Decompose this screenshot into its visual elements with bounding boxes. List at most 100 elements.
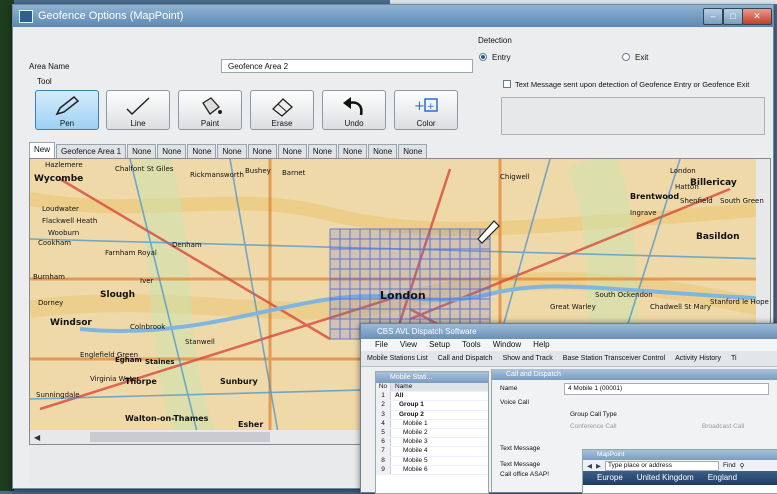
- column-name: Name: [395, 383, 413, 390]
- mobile-stations-pane: Mobile Stati... No Name 1 All 2 Group 1 3G…: [375, 371, 489, 494]
- map-label-13: Wooburn: [48, 229, 79, 237]
- map-label-27: Windsor: [50, 318, 92, 328]
- back-arrow-icon[interactable]: ◀: [587, 462, 592, 470]
- map-label-34: Thorpe: [125, 377, 157, 386]
- map-label-28: Colnbrook: [130, 323, 166, 331]
- menu-help[interactable]: Help: [533, 339, 549, 351]
- row-name: Mobile 2: [403, 428, 428, 436]
- tab-none-1[interactable]: None: [127, 144, 157, 158]
- table-row[interactable]: 6 Mobile 3: [376, 438, 488, 448]
- tab-none-5[interactable]: None: [247, 144, 277, 158]
- name-label: Name: [500, 385, 518, 392]
- erase-tool-button[interactable]: Erase: [250, 90, 314, 130]
- line-icon: [126, 97, 150, 116]
- menu-window[interactable]: Window: [493, 339, 521, 351]
- table-row[interactable]: 8 Mobile 5: [376, 456, 488, 466]
- table-row[interactable]: 3 Group 2: [376, 410, 488, 420]
- map-label-22: London: [380, 289, 426, 302]
- tab-none-6[interactable]: None: [277, 144, 307, 158]
- row-no: 1: [376, 392, 391, 401]
- table-row[interactable]: 1 All: [376, 392, 488, 402]
- text-message-value[interactable]: Call office ASAP!: [500, 471, 549, 478]
- conference-call-option[interactable]: Conference Call: [570, 423, 617, 430]
- location-england[interactable]: England: [708, 471, 737, 485]
- toolbar-call-and-dispatch[interactable]: Call and Dispatch: [438, 351, 493, 366]
- tab-none-8[interactable]: None: [337, 144, 368, 158]
- entry-radio[interactable]: [479, 53, 487, 61]
- text-message-box[interactable]: [501, 97, 765, 135]
- paint-tool-button[interactable]: Paint: [178, 90, 242, 130]
- row-name: Mobile 3: [403, 438, 428, 446]
- tab-geofence-area-1[interactable]: Geofence Area 1: [56, 144, 127, 158]
- map-label-3: Rickmansworth: [190, 171, 244, 179]
- map-label-39: South Green: [720, 197, 764, 205]
- menu-tools[interactable]: Tools: [462, 339, 481, 351]
- maximize-button[interactable]: □: [723, 8, 743, 25]
- menu-view[interactable]: View: [400, 339, 417, 351]
- mappoint-find-button[interactable]: Find: [723, 462, 736, 469]
- map-label-21: Iver: [140, 277, 154, 285]
- row-name: Mobile 4: [403, 447, 428, 455]
- text-message-checkbox-label: Text Message sent upon detection of Geof…: [515, 80, 750, 89]
- broadcast-call-option[interactable]: Broadcast Call: [702, 423, 744, 430]
- location-united-kingdom[interactable]: United Kingdom: [637, 471, 694, 485]
- tab-none-10[interactable]: None: [398, 144, 428, 158]
- text-message-field-label: Text Message: [500, 461, 541, 468]
- toolbar-base-station-control[interactable]: Base Station Transceiver Control: [563, 351, 665, 366]
- color-tool-button[interactable]: + + Color: [394, 90, 458, 130]
- row-no: 6: [376, 438, 391, 447]
- table-row[interactable]: 7 Mobile 4: [376, 447, 488, 457]
- location-europe[interactable]: Europe: [597, 471, 623, 485]
- map-label-10: Hatton: [675, 183, 699, 191]
- name-select[interactable]: 4 Mobile 1 (00001): [564, 383, 769, 395]
- map-label-18: Basildon: [696, 232, 740, 242]
- mobile-stations-title: Mobile Stati...: [376, 372, 488, 383]
- table-row[interactable]: 4 Mobile 1: [376, 419, 488, 429]
- map-label-20: Slough: [100, 290, 135, 300]
- tab-none-9[interactable]: None: [368, 144, 398, 158]
- tool-label: Tool: [37, 77, 52, 86]
- minimize-button[interactable]: –: [703, 8, 723, 25]
- undo-tool-button[interactable]: Undo: [322, 90, 386, 130]
- line-tool-label: Line: [130, 119, 146, 128]
- area-name-input[interactable]: Geofence Area 2: [221, 59, 473, 73]
- row-no: 8: [376, 456, 391, 465]
- menu-file[interactable]: File: [375, 339, 388, 351]
- table-row[interactable]: 5 Mobile 2: [376, 428, 488, 439]
- dispatch-title[interactable]: CBS AVL Dispatch Software: [361, 324, 777, 339]
- toolbar-activity-history[interactable]: Activity History: [675, 351, 721, 366]
- mappoint-window: MapPoint ◀ ▶ Type place or address Find …: [582, 449, 777, 494]
- map-label-0: Hazlemere: [45, 161, 83, 169]
- map-label-24: Chadwell St Mary: [650, 303, 711, 311]
- toolbar-mobile-stations-list[interactable]: Mobile Stations List: [367, 351, 428, 366]
- forward-arrow-icon[interactable]: ▶: [596, 462, 601, 470]
- toolbar-show-and-track[interactable]: Show and Track: [503, 351, 553, 366]
- pen-tool-button[interactable]: Pen: [35, 90, 99, 130]
- tab-new[interactable]: New: [29, 142, 56, 158]
- close-button[interactable]: ✕: [742, 8, 772, 25]
- map-label-41: Shenfield: [680, 197, 713, 205]
- exit-radio[interactable]: [622, 53, 630, 61]
- text-message-checkbox[interactable]: [503, 80, 511, 88]
- row-no: 7: [376, 447, 391, 456]
- toolbar-overflow[interactable]: Ti: [731, 351, 737, 366]
- mappoint-search-input[interactable]: Type place or address: [605, 460, 719, 471]
- table-row[interactable]: 2 Group 1: [376, 401, 488, 411]
- line-tool-button[interactable]: Line: [106, 90, 170, 130]
- app-icon: [19, 9, 33, 23]
- mappoint-location-strip: Europe United Kingdom England: [583, 471, 777, 485]
- map-label-25: Stanford le Hope: [710, 298, 769, 306]
- map-scroll-left-icon[interactable]: ◀: [34, 433, 41, 442]
- title-bar[interactable]: Geofence Options (MapPoint): [13, 5, 773, 27]
- color-tool-label: Color: [416, 119, 436, 128]
- tab-none-7[interactable]: None: [307, 144, 337, 158]
- menu-setup[interactable]: Setup: [429, 339, 450, 351]
- tab-none-3[interactable]: None: [187, 144, 217, 158]
- map-label-16: Denham: [172, 241, 202, 249]
- table-row[interactable]: 9 Mobile 6: [376, 465, 488, 475]
- tab-none-4[interactable]: None: [217, 144, 247, 158]
- map-label-26: Dorney: [38, 299, 63, 307]
- row-no: 2: [376, 401, 391, 410]
- tab-none-2[interactable]: None: [157, 144, 187, 158]
- search-icon[interactable]: ⚲: [740, 462, 745, 470]
